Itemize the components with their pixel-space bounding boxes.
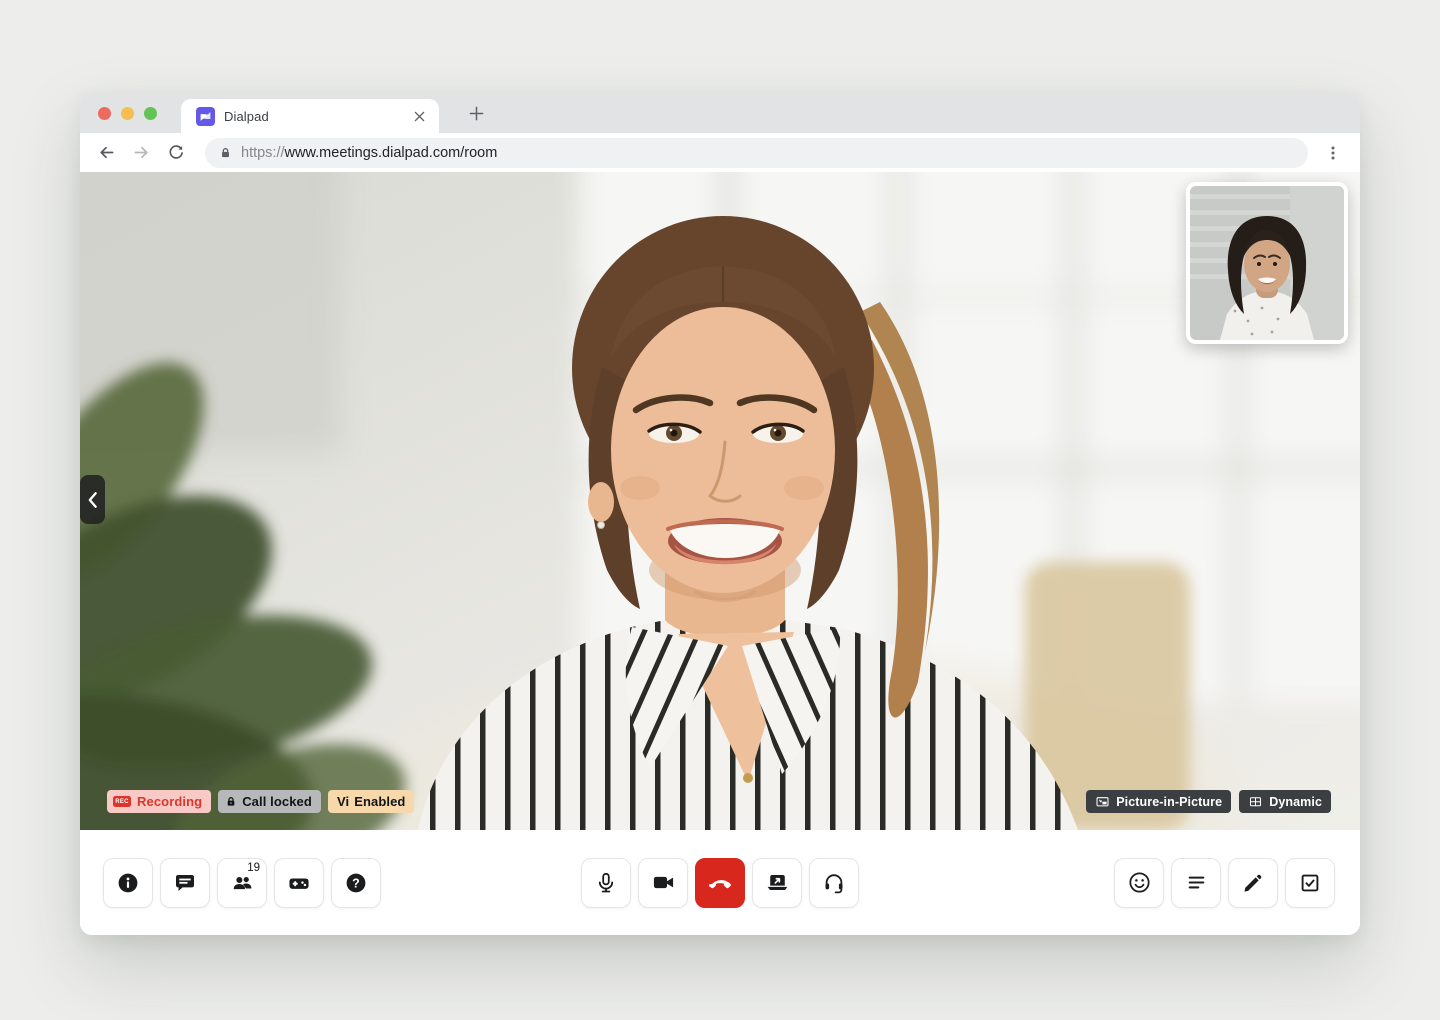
collapse-panel-button[interactable]: [80, 475, 105, 524]
screen-share-button[interactable]: [752, 858, 802, 908]
transcript-lines-icon: [1184, 870, 1209, 895]
lock-icon: [225, 795, 237, 808]
call-info-button[interactable]: [103, 858, 153, 908]
recording-badge: REC Recording: [107, 790, 211, 813]
camera-icon: [651, 870, 676, 895]
reload-icon[interactable]: [162, 139, 190, 167]
browser-tab[interactable]: Dialpad: [181, 99, 439, 133]
transcript-button[interactable]: [1171, 858, 1221, 908]
new-tab-icon[interactable]: [463, 100, 489, 126]
whiteboard-button[interactable]: [1228, 858, 1278, 908]
tasks-button[interactable]: [1285, 858, 1335, 908]
center-controls: [581, 858, 859, 908]
svg-text:?: ?: [352, 876, 360, 890]
participants-icon: [230, 870, 255, 895]
info-icon: [116, 871, 140, 895]
help-button[interactable]: ?: [331, 858, 381, 908]
right-controls: [1114, 858, 1335, 908]
self-view-video: [1190, 186, 1344, 340]
status-badges: REC Recording Call locked Vi Enabled: [107, 790, 414, 813]
help-icon: ?: [344, 871, 368, 895]
address-bar-row: https://www.meetings.dialpad.com/room: [80, 133, 1360, 172]
chevron-left-icon: [87, 491, 98, 509]
reactions-button[interactable]: [1114, 858, 1164, 908]
tab-close-icon[interactable]: [409, 106, 429, 126]
checkbox-icon: [1298, 871, 1322, 895]
browser-window: Dialpad https://www.meetings.dialpad.com…: [80, 93, 1360, 935]
dynamic-layout-button[interactable]: Dynamic: [1239, 790, 1331, 813]
vi-enabled-badge: Vi Enabled: [328, 790, 415, 813]
camera-button[interactable]: [638, 858, 688, 908]
screen-share-icon: [765, 870, 790, 895]
gamepad-icon: [286, 870, 312, 896]
remote-participant-video: [80, 172, 1360, 830]
address-bar[interactable]: https://www.meetings.dialpad.com/room: [205, 138, 1308, 168]
back-icon[interactable]: [92, 139, 120, 167]
forward-icon[interactable]: [127, 139, 155, 167]
microphone-icon: [594, 871, 618, 895]
rec-icon: REC: [113, 796, 131, 807]
chat-icon: [173, 871, 197, 895]
tab-strip: Dialpad: [80, 93, 1360, 133]
participants-button[interactable]: 19: [217, 858, 267, 908]
chat-button[interactable]: [160, 858, 210, 908]
https-lock-icon: [219, 146, 232, 160]
tab-title: Dialpad: [224, 109, 400, 124]
grid-layout-icon: [1248, 795, 1263, 809]
picture-in-picture-button[interactable]: Picture-in-Picture: [1086, 790, 1231, 813]
participants-count: 19: [247, 862, 260, 874]
window-controls: [98, 93, 157, 133]
minimize-window-button[interactable]: [121, 107, 134, 120]
hang-up-button[interactable]: [695, 858, 745, 908]
main-video-stage: REC Recording Call locked Vi Enabled Pic…: [80, 172, 1360, 830]
picture-in-picture-icon: [1095, 795, 1110, 809]
call-locked-badge: Call locked: [218, 790, 321, 813]
audio-settings-button[interactable]: [809, 858, 859, 908]
left-controls: 19 ?: [103, 858, 381, 908]
view-mode-badges: Picture-in-Picture Dynamic: [1086, 790, 1331, 813]
self-view-thumbnail[interactable]: [1186, 182, 1348, 344]
call-control-bar: 19 ?: [80, 830, 1360, 935]
emoji-smile-icon: [1127, 870, 1152, 895]
hang-up-icon: [707, 870, 733, 896]
dialpad-favicon-icon: [196, 107, 215, 126]
pencil-icon: [1241, 871, 1265, 895]
close-window-button[interactable]: [98, 107, 111, 120]
mute-button[interactable]: [581, 858, 631, 908]
browser-menu-icon[interactable]: [1320, 140, 1346, 166]
apps-button[interactable]: [274, 858, 324, 908]
url-text: https://www.meetings.dialpad.com/room: [241, 145, 497, 161]
headset-icon: [822, 871, 846, 895]
zoom-window-button[interactable]: [144, 107, 157, 120]
